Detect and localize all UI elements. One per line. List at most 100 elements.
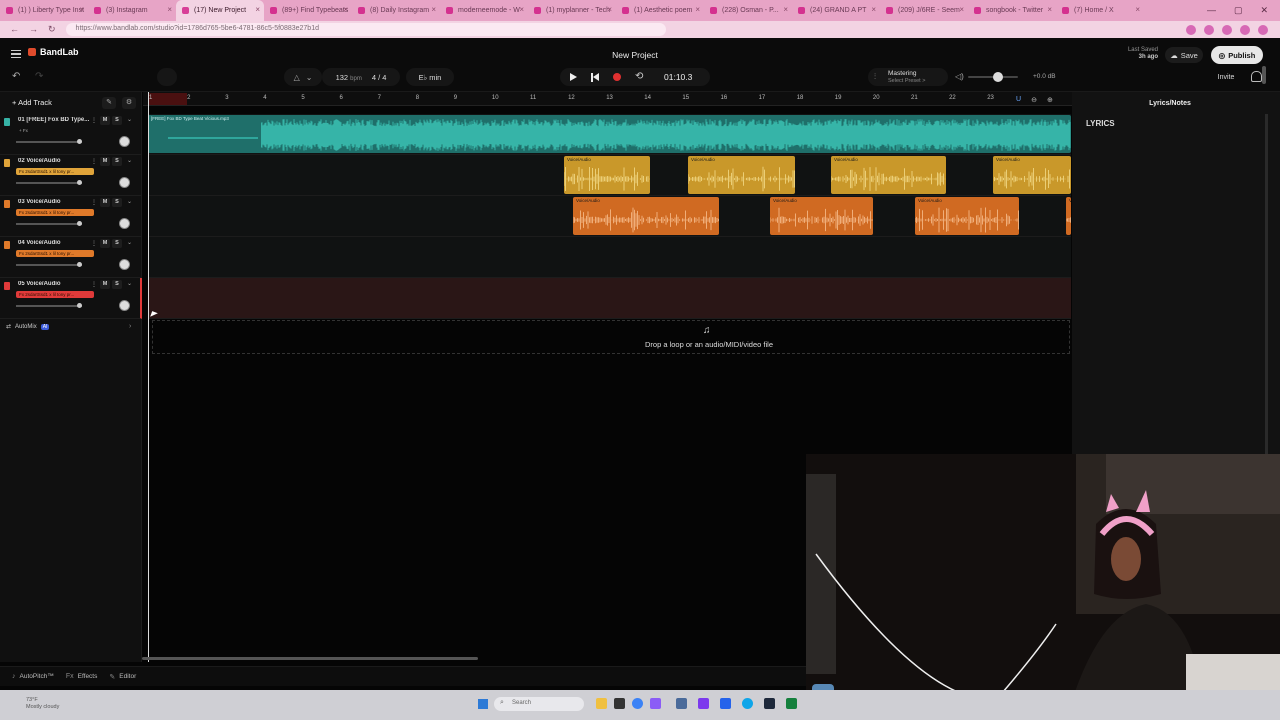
track-volume-knob[interactable] bbox=[77, 180, 82, 185]
extension-icon[interactable] bbox=[1222, 24, 1232, 35]
bpm-value[interactable]: 132 bbox=[336, 73, 349, 82]
chevron-down-icon[interactable]: ⌄ bbox=[127, 280, 132, 287]
track-lane[interactable] bbox=[148, 278, 1071, 319]
scrollbar[interactable] bbox=[1262, 66, 1266, 84]
more-options-icon[interactable]: ⋮ bbox=[91, 199, 97, 206]
solo-button[interactable]: S bbox=[112, 157, 122, 166]
notification-bell-icon[interactable] bbox=[1251, 71, 1262, 82]
browser-tab[interactable]: (3) Instagram × bbox=[88, 0, 176, 21]
editor-button[interactable]: ✎ Editor bbox=[109, 673, 136, 681]
mute-button[interactable]: M bbox=[100, 198, 110, 207]
chevron-down-icon[interactable]: ⌄ bbox=[127, 157, 132, 164]
track-fx-chip[interactable]: Fx 2sdartSsd1 x lil tony pr... bbox=[16, 209, 94, 216]
track-name[interactable]: 05 Voice/Audio bbox=[18, 281, 90, 287]
track-name[interactable]: 03 Voice/Audio bbox=[18, 199, 90, 205]
track-header[interactable]: 03 Voice/Audio Fx 2sdartSsd1 x lil tony p… bbox=[0, 196, 142, 237]
pan-knob[interactable] bbox=[119, 177, 130, 188]
snap-magnet-icon[interactable]: U bbox=[1016, 96, 1021, 104]
chrome-icon[interactable] bbox=[632, 698, 643, 709]
loop-region[interactable] bbox=[149, 93, 187, 105]
track-lane[interactable] bbox=[148, 237, 1071, 278]
browser-tab[interactable]: (1) Aesthetic poem × bbox=[616, 0, 704, 21]
chevron-down-icon[interactable]: ⌄ bbox=[127, 198, 132, 205]
play-icon[interactable] bbox=[570, 73, 577, 81]
browser-tab[interactable]: moderneemode - W × bbox=[440, 0, 528, 21]
steam-icon[interactable] bbox=[764, 698, 775, 709]
tempo-control[interactable]: 132 bpm 4 / 4 bbox=[322, 68, 400, 86]
audio-clip[interactable]: Voice/Audio bbox=[688, 156, 795, 194]
metronome-button[interactable]: △ ⌄ bbox=[284, 68, 322, 86]
invite-button[interactable]: Invite bbox=[1211, 70, 1241, 85]
time-signature[interactable]: 4 / 4 bbox=[372, 73, 387, 82]
browser-tab[interactable]: (24) GRAND A PT × bbox=[792, 0, 880, 21]
redo-icon[interactable]: ↷ bbox=[35, 71, 43, 82]
more-options-icon[interactable]: ⋮ bbox=[91, 281, 97, 288]
audio-clip[interactable]: Voice/Audio bbox=[915, 197, 1019, 235]
audio-clip[interactable]: Voice/Audio bbox=[1066, 197, 1071, 235]
track-lane[interactable]: Voice/Audio Voice/Audio Voice/Audio Voice/A… bbox=[148, 196, 1071, 237]
effects-button[interactable]: Fx Effects bbox=[66, 673, 98, 680]
horizontal-scrollbar[interactable] bbox=[142, 657, 478, 660]
close-tab-icon[interactable]: × bbox=[431, 5, 436, 14]
close-tab-icon[interactable]: × bbox=[343, 5, 348, 14]
back-icon[interactable]: ← bbox=[10, 24, 19, 35]
track-volume-slider[interactable] bbox=[16, 141, 82, 143]
waveform-toggle-button[interactable] bbox=[157, 68, 177, 86]
extension-icon[interactable] bbox=[1186, 24, 1196, 35]
reload-icon[interactable]: ↻ bbox=[48, 24, 56, 35]
weather-widget[interactable]: 73°F Mostly cloudy bbox=[26, 697, 59, 711]
undo-icon[interactable]: ↶ bbox=[12, 71, 20, 82]
profile-avatar[interactable] bbox=[1258, 24, 1268, 35]
bandlab-logo[interactable]: BandLab bbox=[28, 47, 79, 57]
chevron-down-icon[interactable]: ⌄ bbox=[127, 239, 132, 246]
track-header[interactable]: 04 Voice/Audio Fx 2sdartSsd1 x lil tony p… bbox=[0, 237, 142, 278]
solo-button[interactable]: S bbox=[112, 116, 122, 125]
mute-button[interactable]: M bbox=[100, 239, 110, 248]
track-fx-chip[interactable]: Fx 2sdartSsd1 x lil tony pr... bbox=[16, 291, 94, 298]
audio-clip[interactable]: Voice/Audio bbox=[831, 156, 946, 194]
track-header[interactable]: 02 Voice/Audio Fx 2sdartSsd1 x lil tony p… bbox=[0, 155, 142, 196]
more-options-icon[interactable]: ⋮ bbox=[91, 117, 97, 124]
solo-button[interactable]: S bbox=[112, 280, 122, 289]
playhead[interactable] bbox=[148, 92, 149, 662]
more-options-icon[interactable]: ⋮ bbox=[91, 240, 97, 247]
browser-tab[interactable]: (1) ) Liberty Type Inst × bbox=[0, 0, 88, 21]
browser-tab[interactable]: (8) Daily Instagram × bbox=[352, 0, 440, 21]
close-tab-icon[interactable]: × bbox=[871, 5, 876, 14]
pan-knob[interactable] bbox=[119, 218, 130, 229]
track-header[interactable]: 01 [FREE] Fox BD Type... + Fx ⋮ M S ⌄ bbox=[0, 114, 142, 155]
browser-tab[interactable]: songbook - Twitter × bbox=[968, 0, 1056, 21]
track-header[interactable]: 05 Voice/Audio Fx 2sdartSsd1 x lil tony p… bbox=[0, 278, 142, 319]
track-fx-chip[interactable]: + Fx bbox=[16, 127, 94, 134]
app-icon[interactable] bbox=[676, 698, 687, 709]
audio-clip[interactable]: [FREE] Fox BD Type Beat Vicious.mp3 bbox=[148, 115, 1071, 153]
close-tab-icon[interactable]: × bbox=[959, 5, 964, 14]
app-icon[interactable] bbox=[614, 698, 625, 709]
app-icon[interactable] bbox=[698, 698, 709, 709]
track-volume-knob[interactable] bbox=[77, 303, 82, 308]
edge-icon[interactable] bbox=[742, 698, 753, 709]
track-name[interactable]: 01 [FREE] Fox BD Type... bbox=[18, 117, 90, 123]
browser-tab[interactable]: (7) Home / X × bbox=[1056, 0, 1144, 21]
lyrics-heading[interactable]: LYRICS bbox=[1086, 119, 1115, 128]
browser-tab[interactable]: (209) J/6RE - Seem × bbox=[880, 0, 968, 21]
publish-button[interactable]: ◎ Publish bbox=[1211, 46, 1263, 64]
mastering-button[interactable]: ⫶ Mastering Select Preset > bbox=[868, 68, 948, 86]
chevron-right-icon[interactable]: › bbox=[129, 323, 131, 330]
audio-clip[interactable]: Voice/Audio bbox=[993, 156, 1071, 194]
file-explorer-icon[interactable] bbox=[596, 698, 607, 709]
volume-icon[interactable]: ◁) bbox=[955, 72, 964, 81]
mute-button[interactable]: M bbox=[100, 157, 110, 166]
record-icon[interactable] bbox=[613, 73, 621, 81]
track-fx-chip[interactable]: Fx 2sdartSsd1 x lil tony pr... bbox=[16, 250, 94, 257]
zoom-in-icon[interactable]: ⊕ bbox=[1047, 96, 1053, 104]
close-tab-icon[interactable]: × bbox=[1047, 5, 1052, 14]
close-tab-icon[interactable]: × bbox=[79, 5, 84, 14]
track-name[interactable]: 02 Voice/Audio bbox=[18, 158, 90, 164]
extension-icon[interactable] bbox=[1240, 24, 1250, 35]
track-volume-slider[interactable] bbox=[16, 182, 82, 184]
extension-icon[interactable] bbox=[1204, 24, 1214, 35]
track-settings-icon[interactable]: ⚙ bbox=[122, 97, 136, 109]
loop-icon[interactable]: ⟲ bbox=[635, 71, 643, 82]
close-tab-icon[interactable]: × bbox=[167, 5, 172, 14]
